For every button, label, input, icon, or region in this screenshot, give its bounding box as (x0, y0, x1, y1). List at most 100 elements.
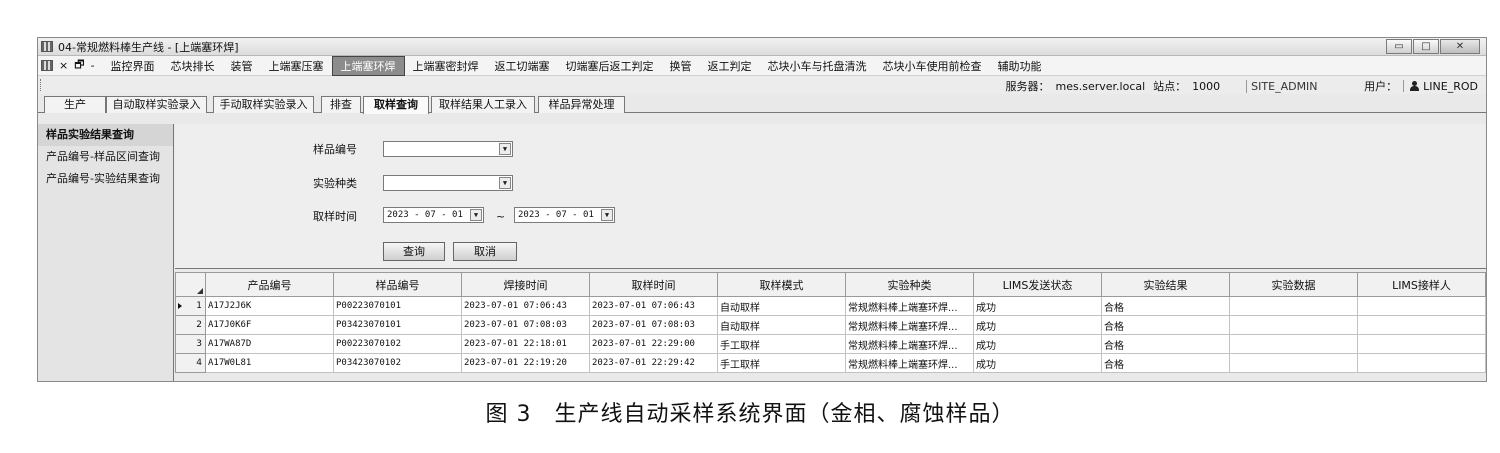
close-button[interactable]: ✕ (1440, 39, 1480, 54)
table-cell[interactable]: 常规燃料棒上端塞环焊... (845, 296, 974, 316)
chevron-down-icon[interactable]: ▼ (499, 143, 511, 155)
table-cell[interactable]: P03423070102 (333, 353, 462, 373)
tab-sample-query[interactable]: 取样查询 (363, 96, 429, 114)
tab-investigation[interactable]: 排查 (321, 96, 361, 113)
row-header[interactable]: 3 (175, 334, 206, 354)
tab-sample-exception[interactable]: 样品异常处理 (538, 96, 625, 113)
table-cell[interactable]: 2023-07-01 22:29:00 (589, 334, 718, 354)
table-cell[interactable]: 合格 (1101, 296, 1230, 316)
test-type-select[interactable]: ▼ (383, 175, 513, 191)
column-header[interactable]: 实验结果 (1101, 272, 1230, 297)
table-cell[interactable]: 成功 (973, 315, 1102, 335)
minimize-button[interactable]: ▭ (1386, 39, 1412, 54)
menu-item[interactable]: 芯块小车与托盘清洗 (760, 57, 875, 75)
table-row[interactable]: 2 A17J0K6F P03423070101 2023-07-01 07:08… (175, 315, 1486, 335)
nav-product-result-query[interactable]: 产品编号-实验结果查询 (38, 168, 173, 190)
menu-item[interactable]: 芯块排长 (163, 57, 223, 75)
table-cell[interactable]: P00223070101 (333, 296, 462, 316)
table-cell[interactable]: 自动取样 (717, 315, 846, 335)
table-cell[interactable]: 成功 (973, 334, 1102, 354)
table-cell[interactable]: 2023-07-01 07:08:03 (589, 315, 718, 335)
table-cell[interactable]: A17J2J6K (205, 296, 334, 316)
column-header[interactable]: LIMS发送状态 (973, 272, 1102, 297)
table-cell[interactable]: 成功 (973, 296, 1102, 316)
menu-item[interactable]: 切端塞后返工判定 (558, 57, 662, 75)
table-cell[interactable]: A17J0K6F (205, 315, 334, 335)
tab-production[interactable]: 生产 (44, 96, 106, 113)
table-cell[interactable] (1357, 315, 1486, 335)
table-cell[interactable]: 2023-07-01 22:19:20 (461, 353, 590, 373)
table-cell[interactable]: 自动取样 (717, 296, 846, 316)
menu-item[interactable]: 辅助功能 (990, 57, 1050, 75)
menu-item[interactable]: 返工判定 (700, 57, 760, 75)
date-from-picker[interactable]: 2023 - 07 - 01 ▼ (383, 207, 484, 223)
station-value: 1000 (1192, 79, 1221, 93)
column-header[interactable]: 样品编号 (333, 272, 462, 297)
table-row[interactable]: 4 A17W0L81 P03423070102 2023-07-01 22:19… (175, 353, 1486, 373)
table-cell[interactable]: P03423070101 (333, 315, 462, 335)
table-cell[interactable] (1357, 334, 1486, 354)
column-header[interactable]: 实验数据 (1229, 272, 1358, 297)
table-cell[interactable]: 2023-07-01 07:08:03 (461, 315, 590, 335)
select-all-corner[interactable] (175, 272, 206, 297)
menu-item[interactable]: 芯块小车使用前检查 (875, 57, 990, 75)
column-header[interactable]: LIMS接样人 (1357, 272, 1486, 297)
column-header[interactable]: 实验种类 (845, 272, 974, 297)
child-restore-icon[interactable]: 🗗 (74, 56, 84, 75)
column-header[interactable]: 产品编号 (205, 272, 334, 297)
table-cell[interactable]: 手工取样 (717, 353, 846, 373)
menu-item[interactable]: 上端塞密封焊 (405, 57, 487, 75)
table-cell[interactable] (1357, 296, 1486, 316)
child-minimize-icon[interactable]: - (91, 59, 95, 72)
tab-manual-sample-entry[interactable]: 手动取样实验录入 (213, 96, 314, 113)
child-close-icon[interactable]: × (59, 59, 68, 72)
menu-item-active[interactable]: 上端塞环焊 (331, 55, 405, 76)
table-cell[interactable]: 合格 (1101, 353, 1230, 373)
table-cell[interactable]: 2023-07-01 22:18:01 (461, 334, 590, 354)
menu-item[interactable]: 返工切端塞 (487, 57, 558, 75)
nav-sample-result-query[interactable]: 样品实验结果查询 (38, 124, 173, 146)
row-header[interactable]: 2 (175, 315, 206, 335)
table-cell[interactable] (1229, 315, 1358, 335)
toolbar-grip[interactable] (40, 79, 42, 91)
table-cell[interactable]: A17WA87D (205, 334, 334, 354)
date-to-picker[interactable]: 2023 - 07 - 01 ▼ (514, 207, 615, 223)
table-cell[interactable]: 常规燃料棒上端塞环焊... (845, 353, 974, 373)
table-cell[interactable]: 2023-07-01 22:29:42 (589, 353, 718, 373)
table-cell[interactable]: 成功 (973, 353, 1102, 373)
table-cell[interactable] (1229, 296, 1358, 316)
column-header[interactable]: 取样时间 (589, 272, 718, 297)
tab-auto-sample-entry[interactable]: 自动取样实验录入 (106, 96, 207, 113)
query-button[interactable]: 查询 (383, 242, 445, 261)
table-cell[interactable]: 手工取样 (717, 334, 846, 354)
chevron-down-icon[interactable]: ▼ (499, 177, 511, 189)
menu-item[interactable]: 上端塞压塞 (261, 57, 332, 75)
table-row[interactable]: 3 A17WA87D P00223070102 2023-07-01 22:18… (175, 334, 1486, 354)
column-header[interactable]: 焊接时间 (461, 272, 590, 297)
menu-item[interactable]: 监控界面 (103, 57, 163, 75)
table-cell[interactable]: P00223070102 (333, 334, 462, 354)
table-cell[interactable] (1229, 353, 1358, 373)
sample-no-select[interactable]: ▼ (383, 141, 513, 157)
table-cell[interactable]: A17W0L81 (205, 353, 334, 373)
table-row[interactable]: 1 A17J2J6K P00223070101 2023-07-01 07:06… (175, 296, 1486, 316)
nav-product-sample-range[interactable]: 产品编号-样品区间查询 (38, 146, 173, 168)
chevron-down-icon[interactable]: ▼ (470, 209, 482, 221)
tab-manual-result-entry[interactable]: 取样结果人工录入 (431, 96, 535, 113)
table-cell[interactable]: 常规燃料棒上端塞环焊... (845, 334, 974, 354)
table-cell[interactable]: 合格 (1101, 334, 1230, 354)
table-cell[interactable] (1229, 334, 1358, 354)
menu-item[interactable]: 装管 (223, 57, 261, 75)
table-cell[interactable]: 2023-07-01 07:06:43 (461, 296, 590, 316)
table-cell[interactable] (1357, 353, 1486, 373)
table-cell[interactable]: 2023-07-01 07:06:43 (589, 296, 718, 316)
row-header[interactable]: 4 (175, 353, 206, 373)
cancel-button[interactable]: 取消 (453, 242, 517, 261)
maximize-button[interactable]: □ (1413, 39, 1439, 54)
column-header[interactable]: 取样模式 (717, 272, 846, 297)
table-cell[interactable]: 常规燃料棒上端塞环焊... (845, 315, 974, 335)
menu-item[interactable]: 换管 (662, 57, 700, 75)
table-cell[interactable]: 合格 (1101, 315, 1230, 335)
row-header[interactable]: 1 (175, 296, 206, 316)
chevron-down-icon[interactable]: ▼ (601, 209, 613, 221)
